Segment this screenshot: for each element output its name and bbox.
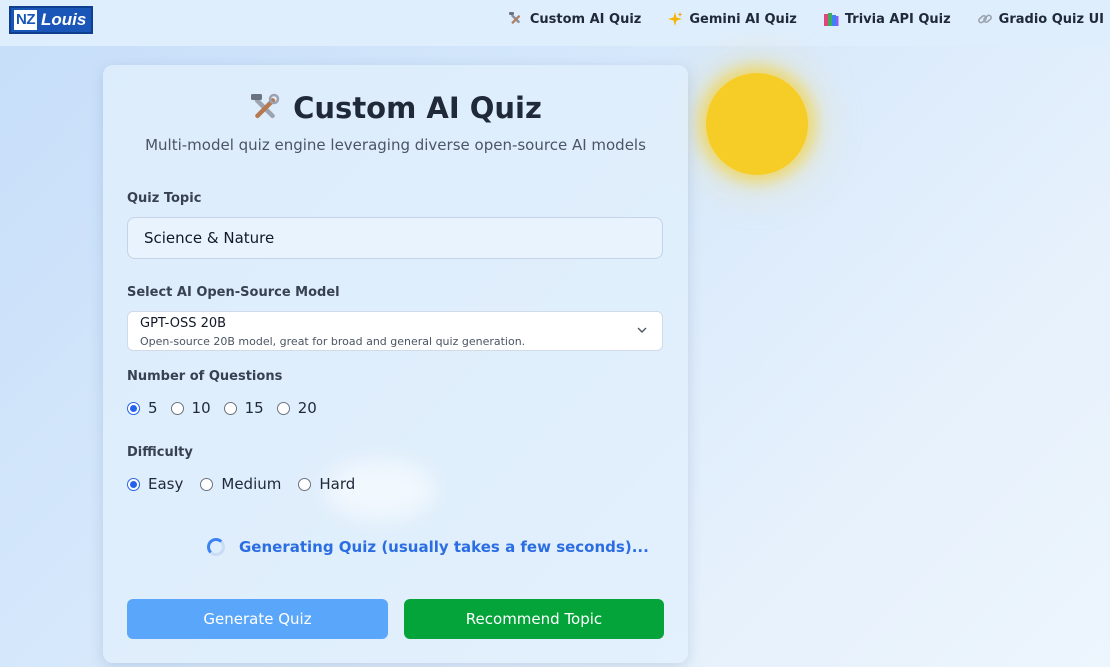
nav-link-label: Gradio Quiz UI <box>998 11 1104 27</box>
difficulty-option-easy[interactable]: Easy <box>127 475 183 493</box>
radio-button[interactable] <box>127 401 140 415</box>
topic-input[interactable]: Science & Nature <box>127 217 663 259</box>
questions-radio-group: 5 10 15 20 <box>127 399 330 417</box>
nav-link-label: Trivia API Quiz <box>844 11 951 27</box>
loading-text: Generating Quiz (usually takes a few sec… <box>239 538 649 556</box>
radio-label: 20 <box>297 399 317 417</box>
radio-button[interactable] <box>298 477 312 491</box>
model-selected-value: GPT-OSS 20B <box>140 316 227 331</box>
radio-label: 15 <box>244 399 264 417</box>
radio-button[interactable] <box>170 401 184 415</box>
questions-option-15[interactable]: 15 <box>223 399 264 417</box>
questions-label: Number of Questions <box>127 369 283 384</box>
quiz-card: Custom AI Quiz Multi-model quiz engine l… <box>103 65 688 663</box>
difficulty-option-medium[interactable]: Medium <box>200 475 281 493</box>
questions-option-5[interactable]: 5 <box>127 399 158 417</box>
page-subtitle: Multi-model quiz engine leveraging diver… <box>145 136 646 154</box>
loading-indicator: Generating Quiz (usually takes a few sec… <box>207 538 649 556</box>
page-title: Custom AI Quiz <box>103 91 688 125</box>
nav-link-trivia-api-quiz[interactable]: Trivia API Quiz <box>823 11 951 27</box>
model-description: Open-source 20B model, great for broad a… <box>140 335 526 348</box>
radio-label: Medium <box>221 475 282 493</box>
questions-option-10[interactable]: 10 <box>170 399 211 417</box>
model-label: Select AI Open-Source Model <box>127 285 340 300</box>
sun-decoration <box>706 73 808 175</box>
nav-link-gradio-quiz-ui[interactable]: Gradio Quiz UI <box>977 11 1104 27</box>
tools-icon <box>251 93 280 119</box>
spinner-icon <box>207 538 225 556</box>
tools-icon <box>508 12 520 24</box>
nav-link-label: Gemini AI Quiz <box>689 11 797 27</box>
difficulty-radio-group: Easy Medium Hard <box>127 475 372 493</box>
site-logo[interactable]: NZ Louis <box>9 6 93 34</box>
difficulty-option-hard[interactable]: Hard <box>298 475 355 493</box>
model-select[interactable]: GPT-OSS 20B Open-source 20B model, great… <box>127 311 663 351</box>
radio-button[interactable] <box>127 477 140 491</box>
nav-link-custom-ai-quiz[interactable]: Custom AI Quiz <box>508 11 642 27</box>
logo-nz: NZ <box>14 10 37 30</box>
radio-label: 10 <box>191 399 211 417</box>
radio-button[interactable] <box>200 477 214 491</box>
logo-louis: Louis <box>41 10 87 29</box>
radio-button[interactable] <box>276 401 290 415</box>
topic-label: Quiz Topic <box>127 191 202 206</box>
difficulty-label: Difficulty <box>127 445 193 460</box>
page-title-text: Custom AI Quiz <box>293 91 542 125</box>
nav-link-label: Custom AI Quiz <box>529 11 642 27</box>
nav-link-gemini-ai-quiz[interactable]: Gemini AI Quiz <box>667 11 797 27</box>
link-icon <box>977 14 992 24</box>
sparkles-icon <box>668 12 683 26</box>
top-nav: NZ Louis Custom AI Quiz Gemini AI Quiz T… <box>0 0 1110 46</box>
radio-button[interactable] <box>223 401 237 415</box>
radio-label: 5 <box>148 399 158 417</box>
questions-option-20[interactable]: 20 <box>276 399 317 417</box>
radio-label: Easy <box>148 475 184 493</box>
chevron-down-icon <box>637 327 647 333</box>
books-icon <box>823 13 839 26</box>
nav-links: Custom AI Quiz Gemini AI Quiz Trivia API… <box>482 11 1104 27</box>
generate-quiz-button[interactable]: Generate Quiz <box>127 599 388 639</box>
radio-label: Hard <box>319 475 356 493</box>
recommend-topic-button[interactable]: Recommend Topic <box>404 599 664 639</box>
